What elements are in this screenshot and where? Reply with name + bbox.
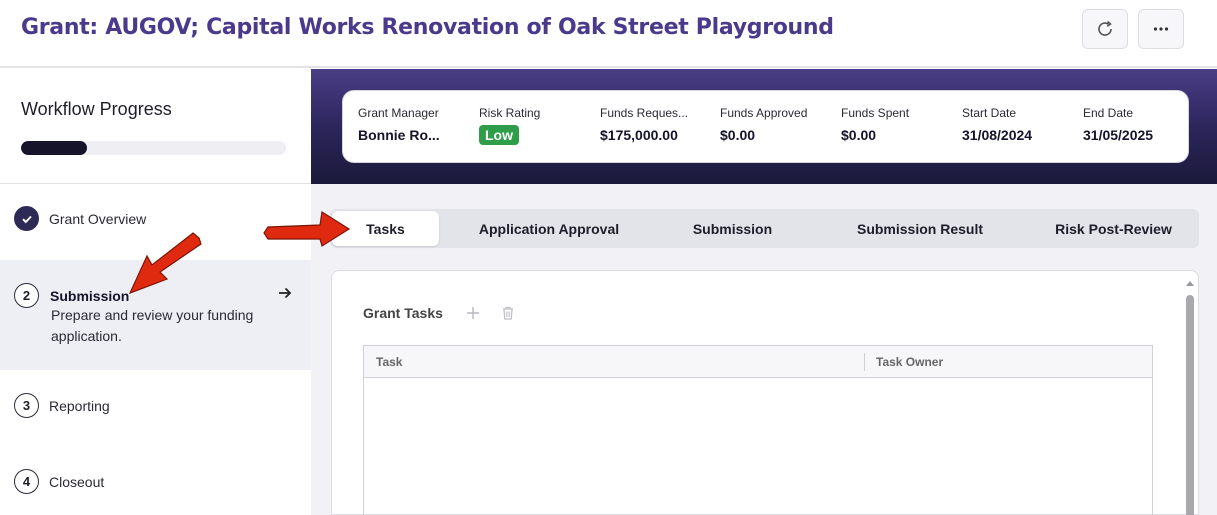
- page-title: Grant: AUGOV; Capital Works Renovation o…: [21, 15, 834, 40]
- tab-submission-result[interactable]: Submission Result: [830, 211, 1010, 246]
- vertical-scrollbar[interactable]: [1184, 281, 1196, 515]
- workflow-progress-title: Workflow Progress: [21, 99, 172, 119]
- stat-funds-approved: Funds Approved $0.00: [720, 106, 808, 143]
- workflow-progress-bar: [21, 141, 286, 155]
- tab-tasks[interactable]: Tasks: [332, 211, 439, 246]
- step-go-button[interactable]: [277, 286, 293, 305]
- step-description: Prepare and review your funding applicat…: [51, 307, 254, 344]
- step-label: Grant Overview: [49, 211, 147, 227]
- step-label: Submission: [50, 288, 130, 304]
- column-header-task-owner[interactable]: Task Owner: [876, 355, 943, 369]
- arrow-right-icon: [279, 287, 292, 299]
- grant-tasks-table: Task Task Owner: [363, 345, 1153, 515]
- grant-tasks-title: Grant Tasks: [363, 305, 443, 321]
- step-complete-badge: [14, 206, 39, 231]
- add-task-button[interactable]: [465, 305, 481, 326]
- delete-task-button[interactable]: [500, 305, 516, 326]
- stat-start-date: Start Date 31/08/2024: [962, 106, 1033, 143]
- refresh-icon: [1098, 20, 1112, 36]
- step-closeout[interactable]: 4 Closeout: [0, 463, 311, 503]
- plus-icon: [467, 307, 479, 319]
- step-grant-overview[interactable]: Grant Overview: [0, 197, 311, 243]
- step-submission[interactable]: 2 Submission Prepare and review your fun…: [0, 260, 311, 370]
- more-options-button[interactable]: [1138, 9, 1184, 49]
- column-separator[interactable]: [864, 353, 865, 371]
- table-header: Task Task Owner: [364, 346, 1152, 378]
- main-content: Grant Manager Bonnie Ro... Risk Rating L…: [311, 69, 1217, 515]
- column-header-task[interactable]: Task: [376, 355, 402, 369]
- tab-submission[interactable]: Submission: [660, 211, 805, 246]
- step-number: 2: [14, 283, 39, 308]
- grant-summary-card: Grant Manager Bonnie Ro... Risk Rating L…: [342, 90, 1189, 163]
- tab-risk-post-review[interactable]: Risk Post-Review: [1030, 211, 1197, 246]
- scroll-up-icon[interactable]: [1186, 281, 1194, 286]
- stat-risk-rating: Risk Rating Low: [479, 106, 541, 145]
- workflow-progress-fill: [21, 141, 88, 155]
- step-label: Closeout: [49, 474, 105, 490]
- page-header: Grant: AUGOV; Capital Works Renovation o…: [0, 0, 1217, 68]
- stat-grant-manager: Grant Manager Bonnie Ro...: [358, 106, 470, 143]
- step-number: 4: [14, 469, 39, 494]
- step-number: 3: [14, 393, 39, 418]
- workflow-sidebar: Workflow Progress Grant Overview 2 Submi…: [0, 69, 311, 515]
- grant-tasks-panel: Grant Tasks Task Task Owner: [331, 270, 1199, 515]
- more-horizontal-icon: [1153, 27, 1169, 31]
- stat-end-date: End Date 31/05/2025: [1083, 106, 1154, 143]
- refresh-button[interactable]: [1082, 9, 1128, 49]
- summary-banner: Grant Manager Bonnie Ro... Risk Rating L…: [311, 69, 1217, 184]
- grant-tabs: Tasks Application Approval Submission Su…: [330, 209, 1199, 248]
- sidebar-divider: [0, 183, 311, 184]
- trash-icon: [503, 306, 513, 320]
- grant-manager-value: Bonnie Ro...: [358, 127, 440, 143]
- stat-funds-spent: Funds Spent $0.00: [841, 106, 910, 143]
- stat-funds-requested: Funds Reques... $175,000.00: [600, 106, 689, 143]
- tab-application-approval[interactable]: Application Approval: [454, 211, 644, 246]
- step-reporting[interactable]: 3 Reporting: [0, 387, 311, 427]
- scrollbar-thumb[interactable]: [1186, 295, 1194, 515]
- check-icon: [21, 215, 32, 223]
- risk-rating-badge: Low: [479, 125, 519, 145]
- step-label: Reporting: [49, 398, 110, 414]
